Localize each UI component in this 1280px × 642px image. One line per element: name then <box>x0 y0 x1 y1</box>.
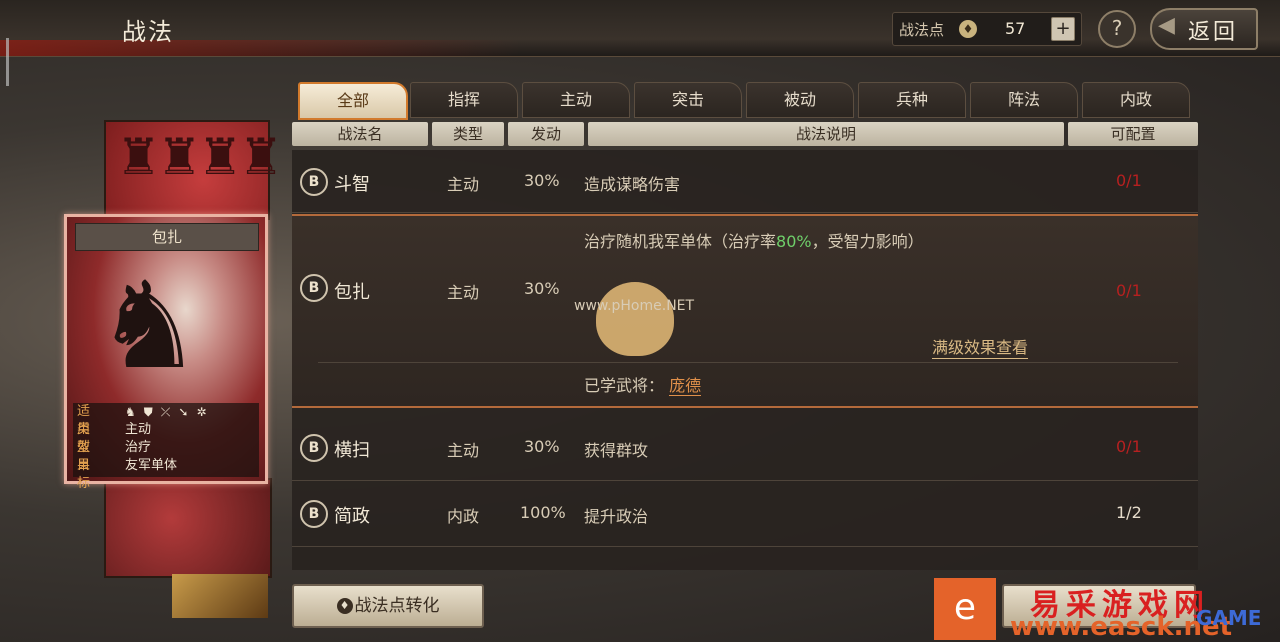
grade-badge: B <box>300 168 328 196</box>
card-info-key: 目标 <box>77 458 91 491</box>
tab-passive[interactable]: 被动 <box>746 82 854 118</box>
tactic-count: 0/1 <box>1116 281 1142 300</box>
card-info-panel: 适用 ♞⛊⤫➘✲ 类型 主动 效果 治疗 目标 友军单体 <box>73 403 259 491</box>
row-divider <box>292 212 1198 213</box>
tab-troop[interactable]: 兵种 <box>858 82 966 118</box>
tactic-type: 内政 <box>447 507 480 526</box>
tactic-card-preview-top[interactable]: ♜♜♜♜ <box>104 120 283 220</box>
wheel-icon: ✲ <box>196 405 215 419</box>
learned-divider <box>318 362 1178 363</box>
soldiers-silhouette-illustration: ♞ <box>95 257 203 396</box>
tab-command[interactable]: 指挥 <box>410 82 518 118</box>
tactic-points-display: 战法点 ♦ 57 + <box>892 12 1082 46</box>
back-label: 返回 <box>1188 20 1239 45</box>
tactic-coin-icon: ♦ <box>959 20 977 38</box>
cavalry-icon: ♞ <box>125 405 144 419</box>
tactic-count: 0/1 <box>1116 437 1142 456</box>
selected-tactic-card: 包扎 ♞ 适用 ♞⛊⤫➘✲ 类型 主动 效果 治疗 目标 友军单体 <box>64 214 268 491</box>
learned-label: 已学武将： <box>584 376 665 395</box>
tactic-count: 1/2 <box>1116 503 1142 522</box>
heal-rate-value: 80% <box>776 232 812 251</box>
convert-points-button[interactable]: ♦ 战法点转化 <box>292 584 484 628</box>
grade-badge: B <box>300 434 328 462</box>
tactic-name: 简政 <box>334 506 370 527</box>
table-row[interactable]: B 斗智 主动 30% 造成谋略伤害 0/1 <box>292 152 1198 210</box>
tactic-rate: 100% <box>520 503 566 522</box>
tactic-description: 治疗随机我军单体（治疗率80%，受智力影响） <box>584 228 924 252</box>
top-bar <box>0 0 1280 57</box>
tactic-points-label: 战法点 <box>899 21 945 39</box>
shield-icon: ⛊ <box>143 405 161 419</box>
page-title: 战法 <box>122 18 174 46</box>
table-row[interactable]: B 横扫 主动 30% 获得群攻 0/1 <box>292 418 1198 476</box>
tactic-card-preview-gold[interactable] <box>172 574 268 618</box>
desc-text: ，受智力影响） <box>811 232 924 251</box>
card-info-value: 主动 <box>125 422 152 437</box>
tactic-type: 主动 <box>447 175 480 194</box>
unit-type-icons: ♞⛊⤫➘✲ <box>125 403 215 421</box>
card-info-value: 友军单体 <box>125 458 178 473</box>
column-header-name[interactable]: 战法名 <box>292 122 428 146</box>
add-points-button[interactable]: + <box>1051 17 1075 41</box>
convert-label: 战法点转化 <box>354 596 440 616</box>
column-header-description: 战法说明 <box>588 122 1064 146</box>
tab-formation[interactable]: 阵法 <box>970 82 1078 118</box>
tactic-type: 主动 <box>447 441 480 460</box>
tactic-description: 提升政治 <box>584 507 649 526</box>
grade-badge: B <box>300 274 328 302</box>
learned-general-link[interactable]: 庞德 <box>669 376 702 396</box>
tactic-rate: 30% <box>524 171 560 190</box>
column-header-configurable[interactable]: 可配置 <box>1068 122 1198 146</box>
tactic-description: 造成谋略伤害 <box>584 175 681 194</box>
column-header-rate[interactable]: 发动 <box>508 122 584 146</box>
soldiers-illustration: ♜♜♜♜ <box>116 128 283 186</box>
row-divider <box>292 480 1198 481</box>
title-glow <box>0 40 520 56</box>
tab-active[interactable]: 主动 <box>522 82 630 118</box>
help-button[interactable]: ? <box>1098 10 1136 48</box>
card-info-value: 治疗 <box>125 440 152 455</box>
tactic-card-preview-bottom[interactable] <box>104 478 272 578</box>
scroll-indicator <box>6 38 9 86</box>
tactic-coin-icon: ♦ <box>336 598 353 614</box>
tactic-rate: 30% <box>524 437 560 456</box>
tactic-points-value: 57 <box>1005 19 1026 38</box>
watermark-logo-icon: e <box>934 578 996 640</box>
learned-generals: 已学武将： 庞德 <box>584 372 702 396</box>
tactic-name: 斗智 <box>334 174 370 195</box>
table-row[interactable]: B 简政 内政 100% 提升政治 1/2 <box>292 484 1198 542</box>
tab-domestic[interactable]: 内政 <box>1082 82 1190 118</box>
column-header-type[interactable]: 类型 <box>432 122 504 146</box>
tactic-rate: 30% <box>524 279 560 298</box>
row-divider <box>292 546 1198 547</box>
tactic-count: 0/1 <box>1116 171 1142 190</box>
back-button[interactable]: ◀ 返回 <box>1150 8 1258 50</box>
grade-badge: B <box>300 500 328 528</box>
spear-icon: ➘ <box>178 405 197 419</box>
max-level-effect-link[interactable]: 满级效果查看 <box>932 334 1029 359</box>
tactic-type: 主动 <box>447 283 480 302</box>
desc-text: 治疗随机我军单体（治疗率 <box>584 232 777 251</box>
back-arrow-icon: ◀ <box>1158 13 1175 38</box>
tab-all[interactable]: 全部 <box>298 82 408 120</box>
tab-assault[interactable]: 突击 <box>634 82 742 118</box>
card-name: 包扎 <box>75 223 259 251</box>
watermark-game: GAME <box>1196 606 1262 630</box>
watermark-phome: www.pHome.NET <box>574 298 695 314</box>
tactic-name: 横扫 <box>334 440 370 461</box>
tactic-name: 包扎 <box>334 282 370 303</box>
tactic-description: 获得群攻 <box>584 441 649 460</box>
watermark-bird <box>596 282 674 356</box>
bow-icon: ⤫ <box>160 405 179 419</box>
table-row-expanded[interactable]: B 包扎 主动 30% 治疗随机我军单体（治疗率80%，受智力影响） 满级效果查… <box>292 214 1198 408</box>
